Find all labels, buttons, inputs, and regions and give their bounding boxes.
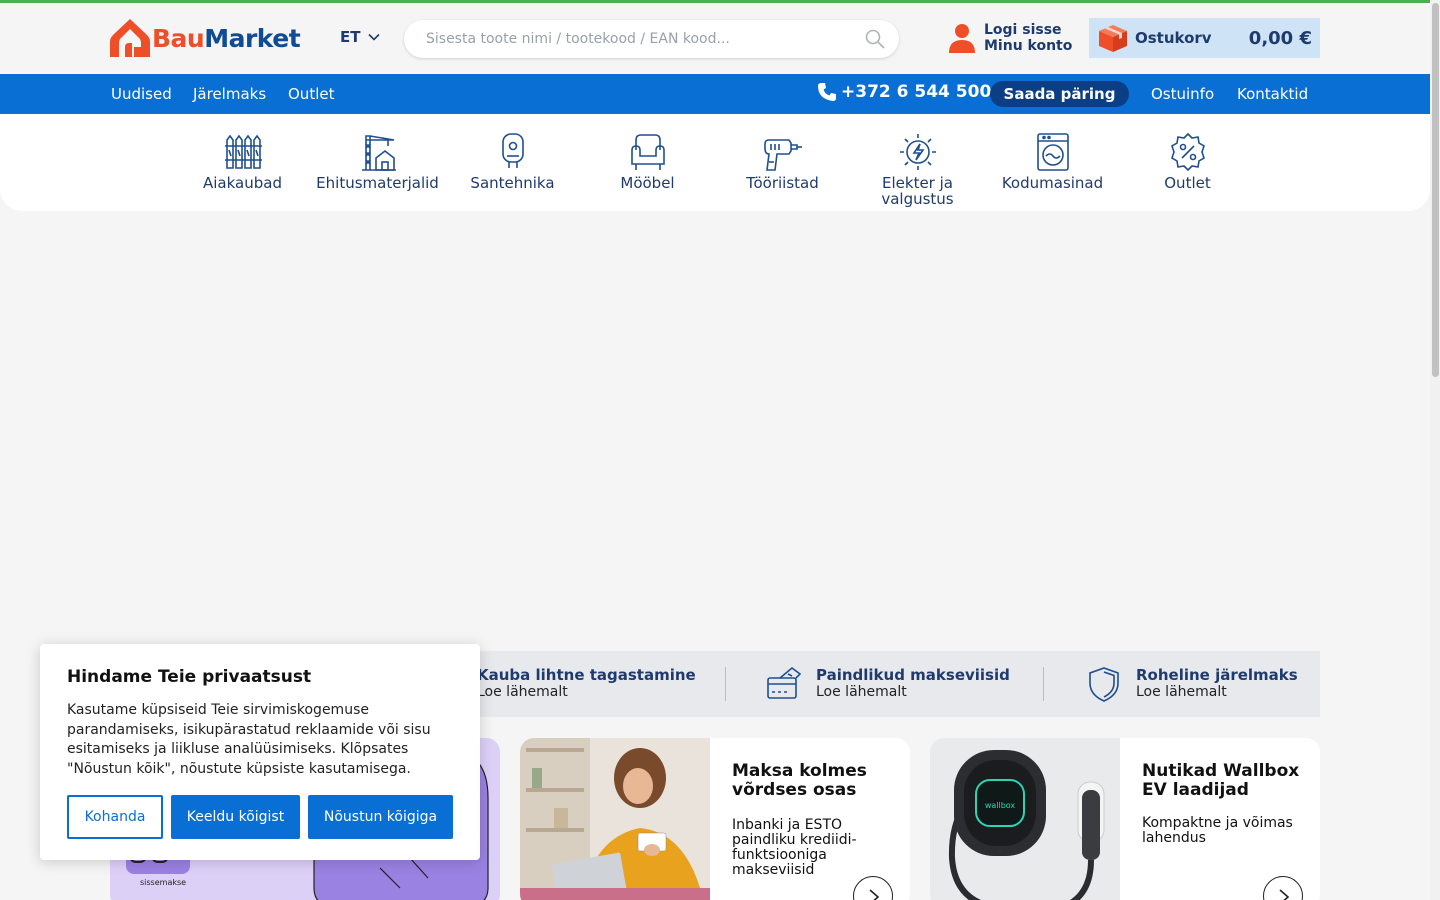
drill-icon xyxy=(763,139,802,171)
category-aiakaubad[interactable]: Aiakaubad xyxy=(175,132,310,191)
category-bar: Aiakaubad Ehitusmaterjalid Santehnika Mö… xyxy=(0,114,1430,211)
feature-divider xyxy=(725,667,726,701)
send-request-button[interactable]: Saada päring xyxy=(990,81,1129,107)
language-value: ET xyxy=(340,28,361,46)
wallbox-brand-text: wallbox xyxy=(985,801,1016,810)
power-icon xyxy=(899,134,936,170)
cart-label: Ostukorv xyxy=(1135,29,1212,47)
user-icon xyxy=(949,24,975,53)
category-label: Elekter ja valgustus xyxy=(881,174,954,208)
feature-divider xyxy=(1043,667,1044,701)
promo-subtitle: Kompaktne ja võimas lahendus xyxy=(1142,815,1293,846)
cookie-reject-all-button[interactable]: Keeldu kõigist xyxy=(171,795,300,839)
feature-green-installment[interactable]: Roheline järelmaks Loe lähemalt xyxy=(1086,651,1298,717)
percent-badge-icon xyxy=(1170,132,1205,172)
promo-title: Nutikad Wallbox EV laadijad xyxy=(1142,761,1300,800)
search-bar xyxy=(404,20,899,58)
feature-returns[interactable]: Kauba lihtne tagastamine Loe lähemalt xyxy=(477,651,696,717)
feature-link: Loe lähemalt xyxy=(1136,684,1227,700)
cookie-text: Kasutame küpsiseid Teie sirvimiskogemuse… xyxy=(67,702,431,777)
crane-house-icon xyxy=(361,135,396,171)
category-outlet[interactable]: Outlet xyxy=(1120,132,1255,191)
feature-title: Kauba lihtne tagastamine xyxy=(477,666,696,684)
nav-uudised[interactable]: Uudised xyxy=(111,85,172,103)
fence-icon xyxy=(224,134,262,169)
phone-number: +372 6 544 500 xyxy=(841,82,992,102)
promo-card-pay-in-three[interactable]: Maksa kolmes võrdses osas Inbanki ja EST… xyxy=(520,738,910,900)
category-moobel[interactable]: Mööbel xyxy=(580,132,715,191)
category-label: Ehitusmaterjalid xyxy=(316,174,439,192)
cart-amount: 0,00 € xyxy=(1248,27,1312,49)
feature-title: Roheline järelmaks xyxy=(1136,666,1298,684)
category-tooriistad[interactable]: Tööriistad xyxy=(715,132,850,191)
category-label: Tööriistad xyxy=(746,174,819,192)
promo-photo-woman-laptop xyxy=(520,738,710,900)
card-payment-icon xyxy=(767,666,802,699)
category-elekter[interactable]: Elekter ja valgustus xyxy=(850,132,985,207)
main-navbar: Uudised Järelmaks Outlet +372 6 544 500 … xyxy=(0,74,1430,114)
feature-link: Loe lähemalt xyxy=(816,684,907,700)
login-label: Logi sisse xyxy=(984,22,1062,38)
cookie-consent-dialog: Hindame Teie privaatsust Kasutame küpsis… xyxy=(40,644,480,860)
promo-card-wallbox[interactable]: wallbox Nutikad Wallbox EV laadijad Komp… xyxy=(930,738,1320,900)
feature-strip: Kauba lihtne tagastamine Loe lähemalt Pa… xyxy=(410,651,1320,717)
category-label: Aiakaubad xyxy=(203,174,282,192)
water-heater-icon xyxy=(501,133,524,168)
category-label: Kodumasinad xyxy=(1001,174,1104,192)
promo-photo-wallbox-charger: wallbox xyxy=(930,738,1120,900)
chevron-right-icon xyxy=(869,889,880,900)
logo-market-text: Market xyxy=(204,23,301,53)
nav-jarelmaks[interactable]: Järelmaks xyxy=(193,85,266,103)
account-link[interactable]: Logi sisse Minu konto xyxy=(946,22,1072,54)
nav-outlet[interactable]: Outlet xyxy=(288,85,334,103)
washing-machine-icon xyxy=(1036,133,1069,171)
chevron-down-icon xyxy=(368,33,381,41)
category-label: Outlet xyxy=(1164,174,1211,192)
scrollbar-thumb[interactable] xyxy=(1432,3,1439,377)
account-label: Minu konto xyxy=(984,38,1073,54)
search-icon[interactable] xyxy=(865,29,885,49)
nav-kontaktid[interactable]: Kontaktid xyxy=(1237,85,1308,103)
promo-next-arrow[interactable] xyxy=(1263,876,1303,900)
chevron-right-icon xyxy=(1279,889,1290,900)
house-logo-icon xyxy=(110,19,150,57)
promo-image-caption: sissemakse xyxy=(140,878,187,887)
armchair-icon xyxy=(630,134,665,170)
cart-button[interactable]: Ostukorv 0,00 € xyxy=(1089,18,1320,58)
promo-next-arrow[interactable] xyxy=(853,876,893,900)
category-kodumasinad[interactable]: Kodumasinad xyxy=(985,132,1120,191)
feature-payments[interactable]: Paindlikud makseviisid Loe lähemalt xyxy=(766,651,1010,717)
feature-title: Paindlikud makseviisid xyxy=(816,666,1010,684)
phone-icon xyxy=(818,83,836,101)
promo-subtitle: Inbanki ja ESTO paindliku krediidi-funkt… xyxy=(732,817,857,878)
category-santehnika[interactable]: Santehnika xyxy=(445,132,580,191)
category-label: Santehnika xyxy=(470,174,555,192)
category-ehitusmaterjalid[interactable]: Ehitusmaterjalid xyxy=(310,132,445,191)
search-input[interactable] xyxy=(404,20,844,58)
baumarket-logo[interactable]: Bau Market xyxy=(110,17,301,59)
header: BauMarket ET Logi sisse Minu konto Ostuk… xyxy=(0,3,1430,74)
promo-title: Maksa kolmes võrdses osas xyxy=(732,761,867,800)
category-label: Mööbel xyxy=(620,174,675,192)
cookie-title: Hindame Teie privaatsust xyxy=(67,667,312,687)
nav-ostuinfo[interactable]: Ostuinfo xyxy=(1151,85,1214,103)
cart-box-icon xyxy=(1099,25,1127,52)
phone-link[interactable]: +372 6 544 500 xyxy=(817,82,991,102)
feature-link: Loe lähemalt xyxy=(477,684,568,700)
cookie-customize-button[interactable]: Kohanda xyxy=(67,795,163,839)
shield-icon xyxy=(1089,667,1119,702)
language-selector[interactable]: ET xyxy=(340,28,381,46)
logo-bau-text: Bau xyxy=(152,23,205,53)
cookie-accept-all-button[interactable]: Nõustun kõigiga xyxy=(308,795,453,839)
